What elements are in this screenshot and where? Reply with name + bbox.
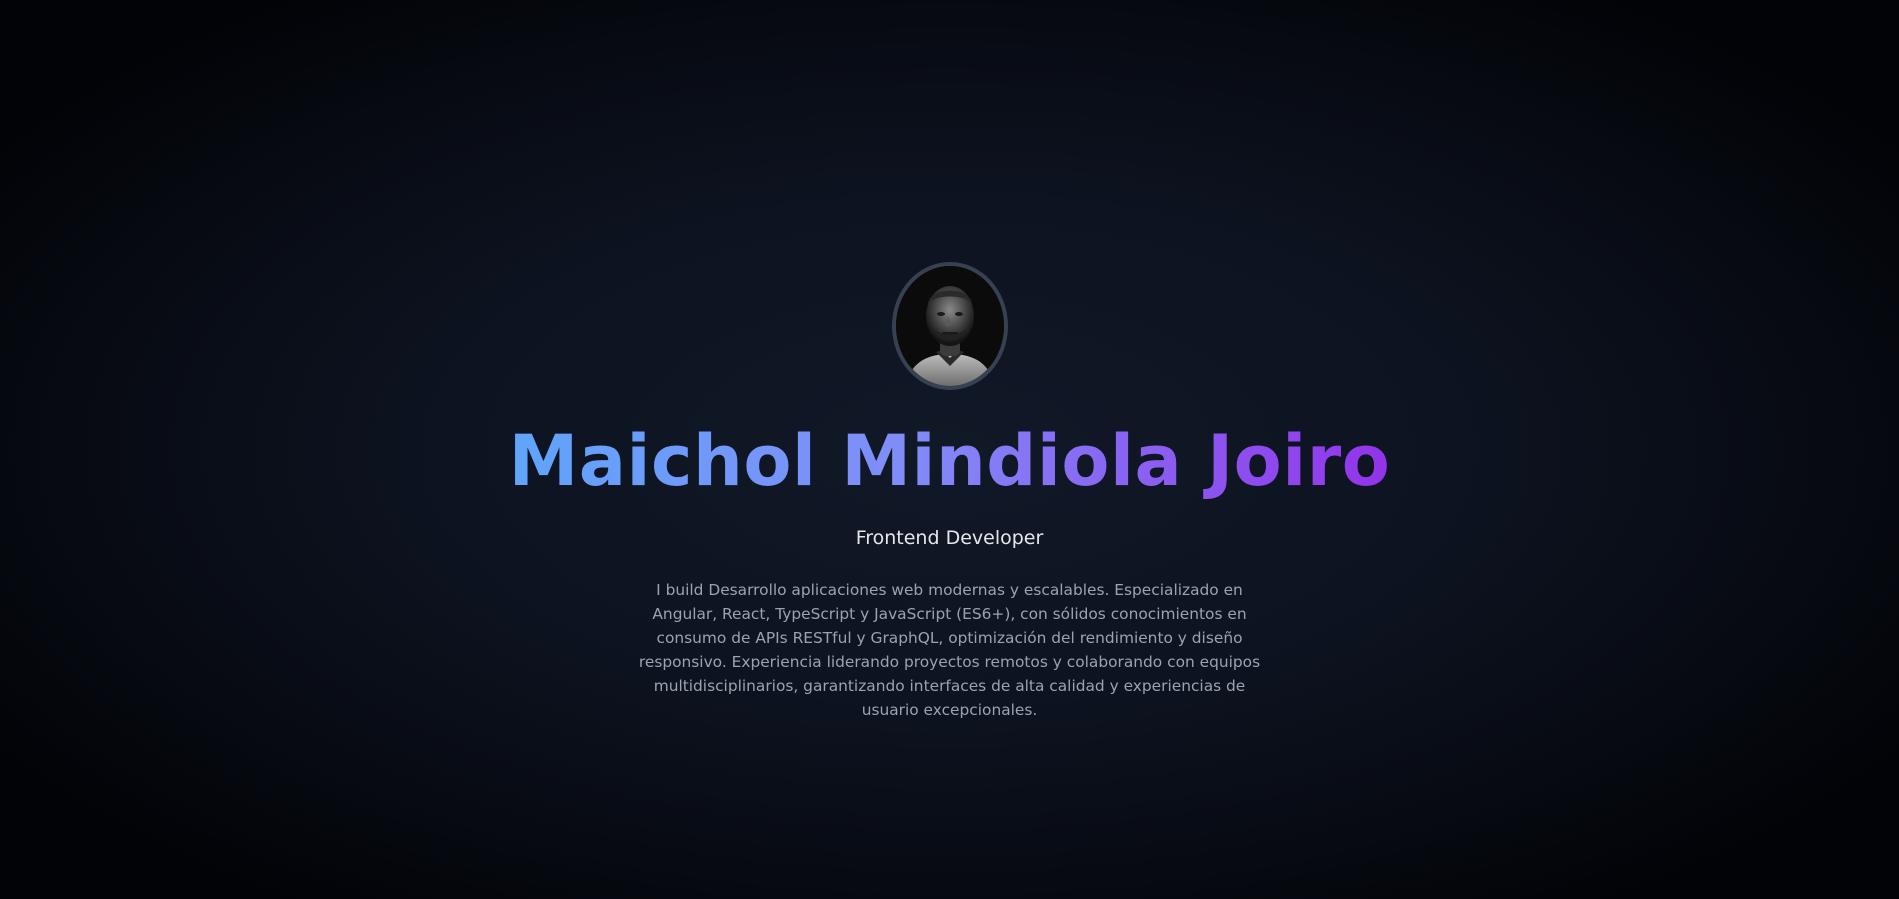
hero-section: Maichol Mindiola Joiro Frontend Develope… [0,262,1899,737]
avatar [891,262,1008,390]
profile-role: Frontend Developer [855,527,1044,549]
profile-photo-icon [895,266,1004,386]
profile-name: Maichol Mindiola Joiro [508,420,1391,502]
profile-bio: I build Desarrollo aplicaciones web mode… [638,581,1261,719]
